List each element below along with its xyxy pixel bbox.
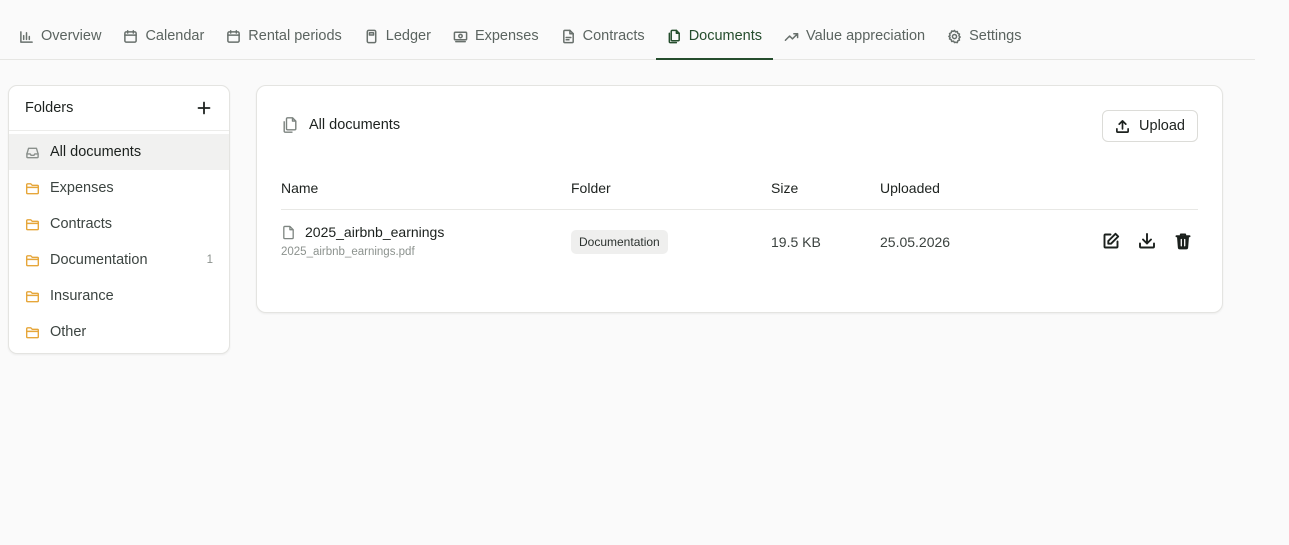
folder-label: Contracts [50,216,113,232]
tab-label: Documents [688,28,763,44]
upload-button[interactable]: Upload [1102,110,1198,142]
tab-label: Rental periods [248,28,342,44]
calendar-icon [124,29,138,43]
column-header-uploaded: Uploaded [880,180,940,196]
folder-label: Insurance [50,288,114,304]
table-header: Name Folder Size Uploaded [281,180,1198,210]
tab-label: Expenses [474,28,539,44]
calculator-icon [366,29,377,43]
folder-label: Other [50,324,87,340]
inbox-icon [26,147,39,158]
tab-documents[interactable]: Documents [655,0,774,60]
documents-title: All documents [309,117,401,133]
document-size: 19.5 KB [771,234,821,250]
tab-label: Ledger [385,28,431,44]
plus-icon [197,101,211,115]
trash-icon [1175,232,1190,249]
row-actions [1101,231,1192,250]
folder-item-expenses[interactable]: Expenses [9,170,229,206]
files-icon [668,29,680,43]
folders-panel: Folders All documents Expenses Contracts… [8,85,230,354]
document-filename: 2025_airbnb_earnings.pdf [281,246,415,258]
edit-icon [1103,232,1119,248]
folder-badge: Documentation [571,230,668,254]
tab-calendar[interactable]: Calendar [112,0,215,59]
tab-contracts[interactable]: Contracts [550,0,656,59]
document-title: 2025_airbnb_earnings [305,224,445,240]
tab-label: Calendar [145,28,205,44]
folder-count: 1 [206,254,213,266]
folder-icon [25,218,40,230]
add-folder-button[interactable] [195,99,213,117]
column-header-size: Size [771,180,799,196]
tab-label: Value appreciation [806,28,926,44]
folder-item-documentation[interactable]: Documentation 1 [9,242,229,278]
edit-button[interactable] [1101,231,1120,250]
documents-header: All documents [281,116,400,134]
folders-header: Folders [9,86,229,131]
file-icon [283,225,294,239]
tab-value-appreciation[interactable]: Value appreciation [773,0,936,59]
gear-icon [948,29,961,43]
column-header-folder: Folder [571,180,611,196]
download-icon [1138,232,1155,248]
upload-label: Upload [1139,118,1185,134]
table-row: 2025_airbnb_earnings 2025_airbnb_earning… [281,211,1198,273]
document-uploaded: 25.05.2026 [880,234,951,250]
tab-overview[interactable]: Overview [8,0,112,59]
trending-up-icon [784,32,799,41]
tab-label: Settings [969,28,1022,44]
calendar-range-icon [227,29,241,43]
folder-icon [25,182,40,194]
upload-icon [1116,119,1130,133]
document-name[interactable]: 2025_airbnb_earnings [281,224,444,240]
banknote-icon [453,31,468,42]
files-icon [283,117,297,133]
tab-label: Overview [41,28,102,44]
folder-icon [25,326,40,338]
folder-label: Expenses [50,180,114,196]
bar-chart-icon [20,30,33,43]
folder-label: All documents [50,144,142,160]
folder-item-other[interactable]: Other [9,314,229,350]
tab-rental-periods[interactable]: Rental periods [215,0,353,59]
top-navigation: Overview Calendar Rental periods Ledger … [0,0,1255,60]
download-button[interactable] [1137,231,1156,250]
tab-ledger[interactable]: Ledger [353,0,442,59]
folder-label: Documentation [50,252,148,268]
folders-title: Folders [25,100,74,116]
folder-item-contracts[interactable]: Contracts [9,206,229,242]
tab-settings[interactable]: Settings [936,0,1032,59]
folder-item-insurance[interactable]: Insurance [9,278,229,314]
documents-card: All documents Upload Name Folder Size Up… [256,85,1223,313]
delete-button[interactable] [1173,231,1192,250]
tab-expenses[interactable]: Expenses [442,0,550,59]
folder-icon [25,254,40,266]
file-text-icon [562,29,574,43]
column-header-name: Name [281,180,319,196]
folder-icon [25,290,40,302]
folder-item-all-documents[interactable]: All documents [9,134,229,170]
tab-label: Contracts [582,28,645,44]
